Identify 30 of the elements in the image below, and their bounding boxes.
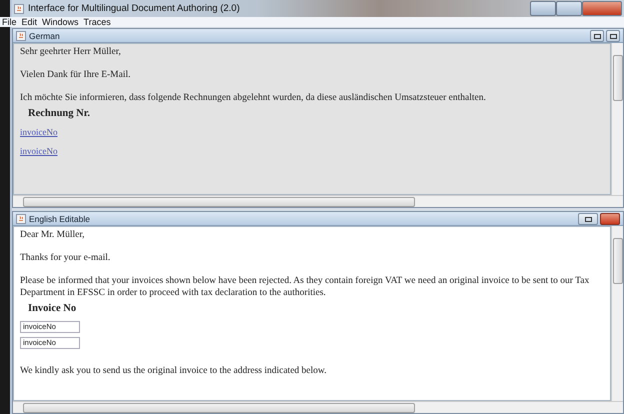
pane-title: German — [29, 30, 60, 40]
close-button[interactable] — [600, 212, 620, 224]
vertical-scrollbar[interactable] — [611, 226, 623, 401]
app-icon — [14, 4, 24, 14]
paragraph: Please be informed that your invoices shown below have been rejected. As they contain foreign VAT we need an original invoice to be sent to our Tax Department in EFSSC in order to proceed with tax declaration to the authorities. — [20, 275, 590, 299]
window-title: Interface for Multilingual Document Authoring (2.0) — [28, 3, 240, 14]
paragraph: We kindly ask you to send us the original invoice to the address indicated below. — [20, 365, 327, 377]
pane-icon — [16, 214, 26, 224]
invoice-link[interactable]: invoiceNo — [20, 126, 58, 138]
horizontal-scrollbar[interactable] — [13, 401, 623, 413]
minimize-button[interactable] — [530, 1, 556, 16]
paragraph: Ich möchte Sie informieren, dass folgende Rechnungen abgelehnt wurden, da diese ausländischen Umsatzsteuer enthalten. — [20, 92, 486, 104]
menu-item[interactable]: Windows — [42, 17, 79, 27]
pane-icon — [16, 30, 26, 40]
pane-title: English Editable — [29, 214, 90, 224]
menu-item[interactable]: File — [2, 17, 17, 27]
menu-item[interactable]: Edit — [22, 17, 38, 27]
maximize-button[interactable] — [606, 30, 620, 42]
restore-button[interactable] — [578, 212, 598, 224]
restore-button[interactable] — [590, 30, 604, 42]
paragraph: Vielen Dank für Ihre E-Mail. — [20, 69, 130, 81]
table-heading: Rechnung Nr. — [28, 108, 90, 120]
horizontal-scrollbar[interactable] — [13, 195, 623, 207]
menu-item[interactable]: Traces — [84, 17, 111, 27]
paragraph: Thanks for your e-mail. — [20, 252, 110, 264]
invoice-link[interactable]: invoiceNo — [20, 145, 58, 157]
vertical-scrollbar[interactable] — [611, 43, 623, 195]
table-heading: Invoice No — [28, 303, 76, 315]
paragraph: Sehr geehrter Herr Müller, — [20, 46, 121, 58]
paragraph: Dear Mr. Müller, — [20, 229, 85, 241]
